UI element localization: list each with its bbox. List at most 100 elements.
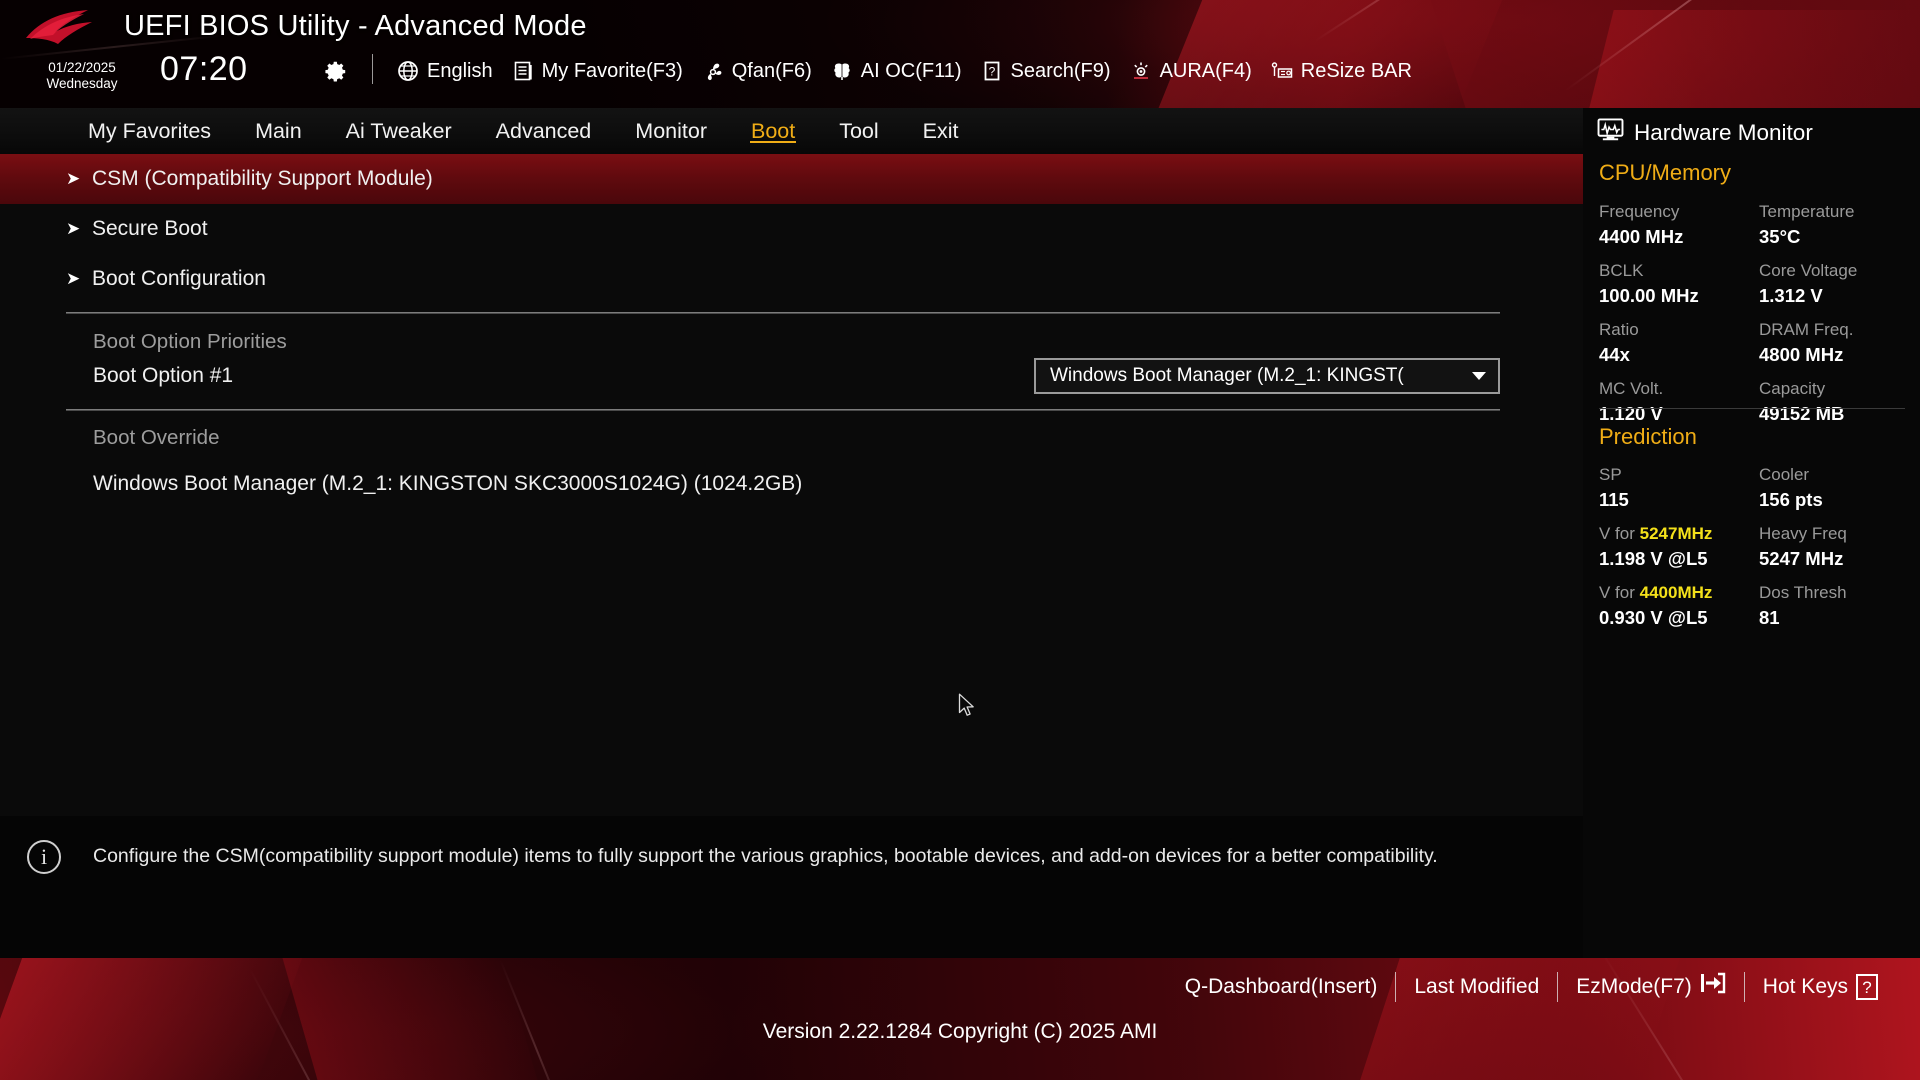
hw-cell-mc-volt: MC Volt. 1.120 V [1599,377,1751,426]
tab-main[interactable]: Main [233,117,324,145]
list-document-icon [511,59,535,83]
hw-cell-dram-freq: DRAM Freq. 4800 MHz [1759,318,1911,367]
hw-value: 81 [1759,607,1780,628]
hw-key: V for 5247MHz [1599,522,1751,546]
tab-monitor[interactable]: Monitor [613,117,729,145]
header-decor-shard [1149,0,1511,108]
toolbar-item-qfan[interactable]: Qfan(F6) [701,58,812,84]
hw-key: V for 4400MHz [1599,581,1751,605]
hardware-monitor-title: Hardware Monitor [1597,118,1813,147]
header-decor-streak [1314,0,1593,42]
toolbar-item-resize-bar[interactable]: ReSize BAR [1270,58,1412,84]
hw-key: Cooler [1759,465,1810,484]
footer-bar: Q-Dashboard(Insert) Last Modified EzMode… [0,958,1920,1080]
footer-link-label: EzMode(F7) [1576,975,1692,998]
boot-option-1-label: Boot Option #1 [93,364,234,387]
header-divider [372,54,373,84]
hw-value: 4400 MHz [1599,226,1684,247]
hardware-monitor-title-label: Hardware Monitor [1634,119,1813,145]
hw-cell-cooler: Cooler 156 pts [1759,463,1911,512]
hw-key: BCLK [1599,261,1644,280]
boot-override-item[interactable]: Windows Boot Manager (M.2_1: KINGSTON SK… [93,472,802,496]
menu-item-csm[interactable]: ➤ CSM (Compatibility Support Module) [0,154,1583,204]
hw-key: Capacity [1759,379,1826,398]
toolbar-item-aura[interactable]: AURA(F4) [1129,58,1252,84]
section-divider [66,312,1500,314]
hw-section-cpu-memory-grid: Frequency 4400 MHz Temperature 35°C BCLK… [1599,200,1905,436]
section-header-boot-option-priorities: Boot Option Priorities [93,330,287,353]
globe-icon [396,59,420,83]
tab-advanced[interactable]: Advanced [474,117,614,145]
hw-key: Frequency [1599,202,1680,221]
hw-cell-dos-thresh: Dos Thresh 81 [1759,581,1911,630]
footer-link-hot-keys[interactable]: Hot Keys ? [1745,973,1896,1001]
date-display: 01/22/2025 Wednesday [22,60,142,92]
hw-cell-frequency: Frequency 4400 MHz [1599,200,1751,249]
info-icon: i [27,840,61,874]
footer-link-q-dashboard[interactable]: Q-Dashboard(Insert) [1167,973,1396,1001]
tab-tool[interactable]: Tool [817,117,900,145]
bios-version: Version 2.22.1284 Copyright (C) 2025 AMI [762,1020,1158,1043]
resize-bar-icon [1270,59,1294,83]
menu-item-secure-boot[interactable]: ➤ Secure Boot [0,204,1583,254]
fan-icon [701,59,725,83]
question-box-icon: ? [1856,974,1878,1000]
toolbar-label: AI OC(F11) [860,60,962,82]
menu-item-boot-configuration[interactable]: ➤ Boot Configuration [0,254,1583,304]
mouse-cursor [958,693,976,719]
toolbar-item-my-favorite[interactable]: My Favorite(F3) [511,58,683,84]
header-decor-streak [1564,0,1809,92]
tab-my-favorites[interactable]: My Favorites [66,117,233,145]
hw-key: SP [1599,465,1622,484]
hw-section-prediction-grid: SP 115 Cooler 156 pts V for 5247MHz 1.19… [1599,463,1905,640]
aura-light-icon [1129,59,1153,83]
hw-cell-core-voltage: Core Voltage 1.312 V [1759,259,1911,308]
hw-key: Heavy Freq [1759,524,1847,543]
footer-decor-shard [0,958,303,1080]
footer-link-last-modified[interactable]: Last Modified [1396,973,1557,1001]
hw-key-prefix: V for [1599,524,1640,543]
hw-value: 0.930 V @L5 [1599,607,1708,628]
hw-row: BCLK 100.00 MHz Core Voltage 1.312 V [1599,259,1905,318]
chevron-down-icon [1472,372,1486,380]
tab-boot[interactable]: Boot [729,117,817,145]
tab-ai-tweaker[interactable]: Ai Tweaker [324,117,474,145]
boot-option-1-dropdown[interactable]: Windows Boot Manager (M.2_1: KINGST( [1034,358,1500,394]
tab-exit[interactable]: Exit [901,117,981,145]
toolbar-item-search[interactable]: ? Search(F9) [980,58,1111,84]
question-box-icon: ? [980,59,1004,83]
page-title: UEFI BIOS Utility - Advanced Mode [124,10,587,42]
header-toolbar: English My Favorite(F3) Qfan(F6) AI OC(F… [396,58,1412,84]
gear-icon[interactable] [320,58,348,86]
hw-value: 44x [1599,344,1630,365]
hw-key: DRAM Freq. [1759,320,1854,339]
header-bar: UEFI BIOS Utility - Advanced Mode 01/22/… [0,0,1920,108]
toolbar-item-ai-oc[interactable]: AI OC(F11) [830,58,962,84]
hw-cell-heavy-freq: Heavy Freq 5247 MHz [1759,522,1911,571]
hw-value: 156 pts [1759,489,1823,510]
hw-section-divider [1599,408,1905,409]
hw-cell-v-for-heavy: V for 5247MHz 1.198 V @L5 [1599,522,1751,571]
hw-cell-temperature: Temperature 35°C [1759,200,1911,249]
hw-key: Ratio [1599,320,1639,339]
hw-value: 35°C [1759,226,1801,247]
hw-row: Ratio 44x DRAM Freq. 4800 MHz [1599,318,1905,377]
hw-key: Core Voltage [1759,261,1858,280]
footer-link-ez-mode[interactable]: EzMode(F7) [1558,971,1744,1003]
hw-value: 4800 MHz [1759,344,1844,365]
hw-key-prefix: V for [1599,583,1640,602]
hw-key: MC Volt. [1599,379,1664,398]
header-decor-shard [1586,10,1920,108]
section-divider [66,409,1500,411]
clock-display: 07:20 [160,50,248,88]
hw-row: V for 4400MHz 0.930 V @L5 Dos Thresh 81 [1599,581,1905,640]
hw-key-highlight: 4400MHz [1639,583,1713,602]
exit-arrow-icon [1700,971,1726,1003]
hw-value: 100.00 MHz [1599,285,1699,306]
toolbar-item-language[interactable]: English [396,58,493,84]
hw-cell-ratio: Ratio 44x [1599,318,1751,367]
hw-value: 1.312 V [1759,285,1823,306]
toolbar-label: Search(F9) [1010,60,1111,82]
hw-section-cpu-memory: CPU/Memory [1599,160,1732,185]
section-header-boot-override: Boot Override [93,426,220,449]
